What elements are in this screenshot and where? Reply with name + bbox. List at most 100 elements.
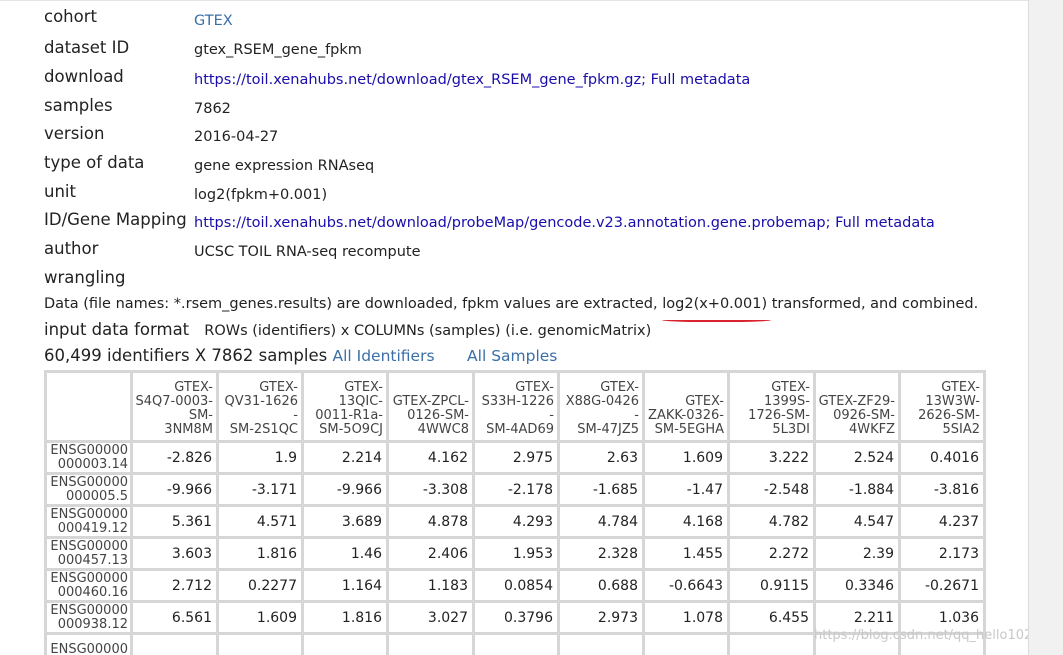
table-cell	[645, 635, 727, 655]
table-cell: 1.455	[645, 539, 727, 568]
meta-label: dataset ID	[44, 38, 130, 57]
column-header-line: SM-4AD69	[486, 422, 554, 437]
table-cell: 4.878	[389, 507, 472, 536]
meta-row-version: version 2016-04-27	[44, 123, 1024, 149]
table-cell: 2.272	[730, 539, 813, 568]
column-header-line: ZAKK-0326-	[648, 408, 724, 423]
meta-label: cohort	[44, 7, 97, 26]
table-cell: 2.173	[901, 539, 983, 568]
table-cell: 6.561	[133, 603, 216, 632]
column-header-line: GTEX-ZF29-	[818, 394, 895, 409]
table-cell: 4.547	[816, 507, 898, 536]
table-cell: 3.689	[304, 507, 386, 536]
column-header-line: 1726-SM-	[748, 408, 810, 423]
column-header-line: 0011-R1a-	[315, 408, 383, 423]
table-row: ENSG00000 000005.5 -9.966 -3.171 -9.966 -3.30…	[47, 475, 983, 504]
column-header-line: QV31-1626-	[224, 394, 298, 423]
column-header-line: 3NM8M	[164, 422, 213, 437]
column-header-line: 13W3W-	[925, 394, 980, 409]
row-identifier-line: ENSG00000	[50, 506, 128, 522]
meta-label: version	[44, 124, 105, 143]
table-cell: -2.548	[730, 475, 813, 504]
column-header-line: 5L3DI	[772, 422, 810, 437]
table-cell: 1.46	[304, 539, 386, 568]
meta-value: 7862	[194, 101, 231, 117]
table-cell	[133, 635, 216, 655]
table-cell: -9.966	[304, 475, 386, 504]
table-cell: 4.168	[645, 507, 727, 536]
column-header-line: 5SIA2	[942, 422, 980, 437]
table-cell: -9.966	[133, 475, 216, 504]
row-identifier-line: 000460.16	[57, 584, 128, 600]
column-header-line: S33H-1226-	[481, 394, 554, 423]
column-header-line: S4Q7-0003-	[135, 394, 214, 409]
table-cell: 4.784	[560, 507, 642, 536]
table-cell: 2.975	[475, 443, 557, 472]
meta-row-cohort: cohort GTEX	[44, 6, 1024, 32]
column-header-line: GTEX-	[344, 380, 383, 395]
meta-value: gene expression RNAseq	[194, 158, 375, 174]
row-identifier-line: 000938.12	[57, 616, 128, 632]
table-cell: 2.328	[560, 539, 642, 568]
transform-formula: log2(x+0.001)	[662, 293, 772, 322]
meta-row-download: download https://toil.xenahubs.net/downlo…	[44, 66, 1024, 92]
meta-label: ID/Gene Mapping	[44, 210, 187, 229]
meta-label: download	[44, 67, 124, 86]
table-cell: 4.571	[219, 507, 301, 536]
table-row: ENSG00000 000460.16 2.712 0.2277 1.164 1.183 0…	[47, 571, 983, 600]
column-header-line: GTEX-	[259, 380, 298, 395]
table-cell: -2.178	[475, 475, 557, 504]
all-samples-link[interactable]: All Samples	[467, 347, 557, 365]
meta-row-unit: unit log2(fpkm+0.001)	[44, 181, 1024, 207]
meta-link[interactable]: GTEX	[194, 10, 233, 32]
column-header-line: 4WKFZ	[848, 422, 895, 437]
meta-link[interactable]: https://toil.xenahubs.net/download/probe…	[194, 212, 935, 234]
identifiers-summary: 60,499 identifiers X 7862 samples	[44, 346, 328, 365]
table-cell: -1.884	[816, 475, 898, 504]
table-cell: 4.162	[389, 443, 472, 472]
column-header-line: GTEX-	[771, 380, 810, 395]
row-identifier: ENSG00000 000005.5	[47, 475, 130, 504]
table-cell: 2.39	[816, 539, 898, 568]
row-identifier: ENSG00000 000460.16	[47, 571, 130, 600]
column-header-sample: GTEX-ZPCL- 0126-SM- 4WWC8	[389, 373, 472, 440]
table-cell	[389, 635, 472, 655]
column-header-line: 1399S-	[763, 394, 810, 409]
column-header-line: 2626-SM-	[918, 408, 980, 423]
row-identifier-line: ENSG00000	[50, 641, 128, 655]
meta-label: unit	[44, 182, 76, 201]
table-cell: 6.455	[730, 603, 813, 632]
table-cell: -0.2671	[901, 571, 983, 600]
meta-link[interactable]: https://toil.xenahubs.net/download/gtex_…	[194, 69, 750, 91]
table-cell: 1.816	[219, 539, 301, 568]
meta-row-type-of-data: type of data gene expression RNAseq	[44, 152, 1024, 178]
table-cell: 4.237	[901, 507, 983, 536]
column-header-sample: GTEX- 1399S- 1726-SM- 5L3DI	[730, 373, 813, 440]
table-cell: 0.3796	[475, 603, 557, 632]
column-header-line: GTEX-	[515, 380, 554, 395]
table-cell: 4.782	[730, 507, 813, 536]
table-cell	[304, 635, 386, 655]
column-header-line: SM-	[188, 408, 213, 423]
table-cell: -0.6643	[645, 571, 727, 600]
column-header-sample: GTEX- S4Q7-0003- SM- 3NM8M	[133, 373, 216, 440]
table-cell: 2.63	[560, 443, 642, 472]
column-header-line: SM-47JZ5	[577, 422, 639, 437]
row-identifier-line: 000005.5	[65, 488, 128, 504]
table-cell: 1.164	[304, 571, 386, 600]
row-identifier-line: ENSG00000	[50, 442, 128, 458]
table-cell	[475, 635, 557, 655]
all-identifiers-link[interactable]: All Identifiers	[333, 347, 435, 365]
table-cell: 1.953	[475, 539, 557, 568]
meta-label: wrangling	[44, 268, 126, 287]
column-header-line: 0126-SM-	[407, 408, 469, 423]
table-row: ENSG00000 000457.13 3.603 1.816 1.46 2.406 1.9…	[47, 539, 983, 568]
table-cell: 2.712	[133, 571, 216, 600]
meta-row-author: author UCSC TOIL RNA-seq recompute	[44, 238, 1024, 264]
meta-row-wrangling: wrangling	[44, 267, 1024, 293]
column-header-line: X88G-0426-	[565, 394, 639, 423]
row-identifier: ENSG00000 000938.12	[47, 603, 130, 632]
table-cell: -3.171	[219, 475, 301, 504]
table-cell	[219, 635, 301, 655]
page-right-margin	[1028, 0, 1063, 655]
